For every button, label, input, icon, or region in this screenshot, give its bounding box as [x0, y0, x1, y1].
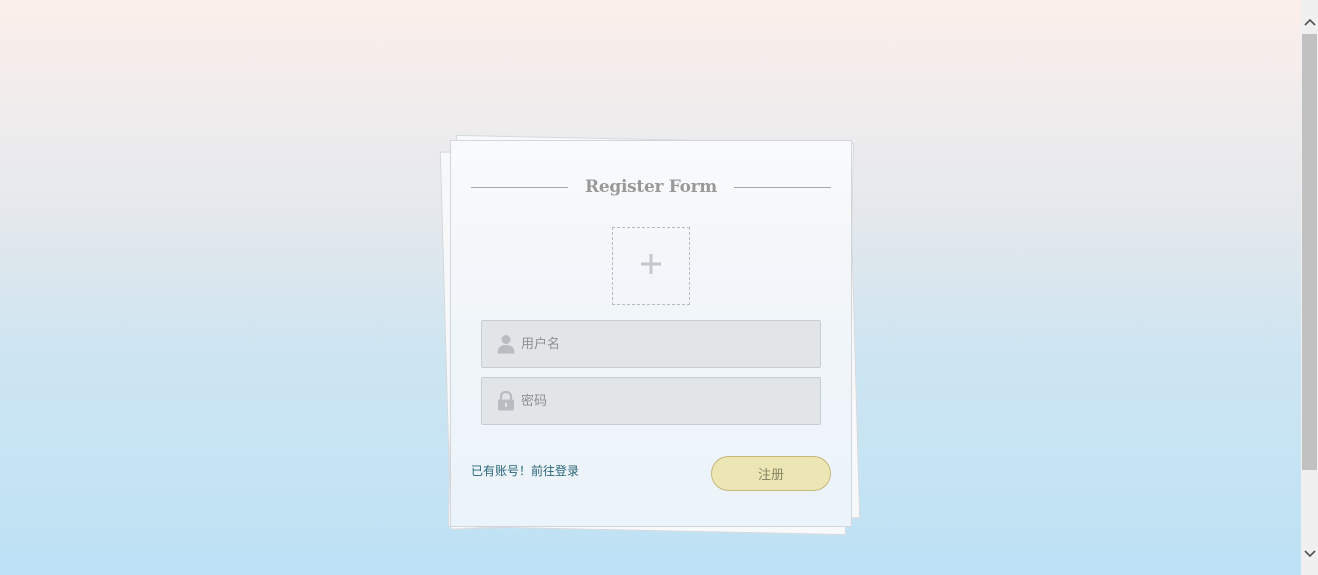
- password-input[interactable]: [521, 386, 811, 416]
- register-form-card: Register Form 已有账号！前往登录: [450, 140, 852, 527]
- username-input[interactable]: [521, 329, 811, 359]
- chevron-down-icon: [1303, 543, 1316, 562]
- scrollbar-thumb[interactable]: [1302, 34, 1317, 470]
- register-button[interactable]: 注册: [711, 456, 831, 491]
- form-title-row: Register Form: [471, 175, 831, 199]
- lock-icon: [496, 390, 516, 412]
- vertical-scrollbar[interactable]: [1301, 0, 1318, 575]
- password-field[interactable]: [481, 377, 821, 425]
- login-link[interactable]: 已有账号！前往登录: [471, 463, 579, 479]
- plus-icon: [640, 253, 662, 279]
- user-icon: [496, 333, 516, 355]
- scroll-up-arrow[interactable]: [1301, 12, 1318, 29]
- title-divider-right: [734, 187, 831, 188]
- username-field[interactable]: [481, 320, 821, 368]
- avatar-upload-button[interactable]: [612, 227, 690, 305]
- scroll-down-arrow[interactable]: [1301, 544, 1318, 561]
- chevron-up-icon: [1303, 11, 1316, 30]
